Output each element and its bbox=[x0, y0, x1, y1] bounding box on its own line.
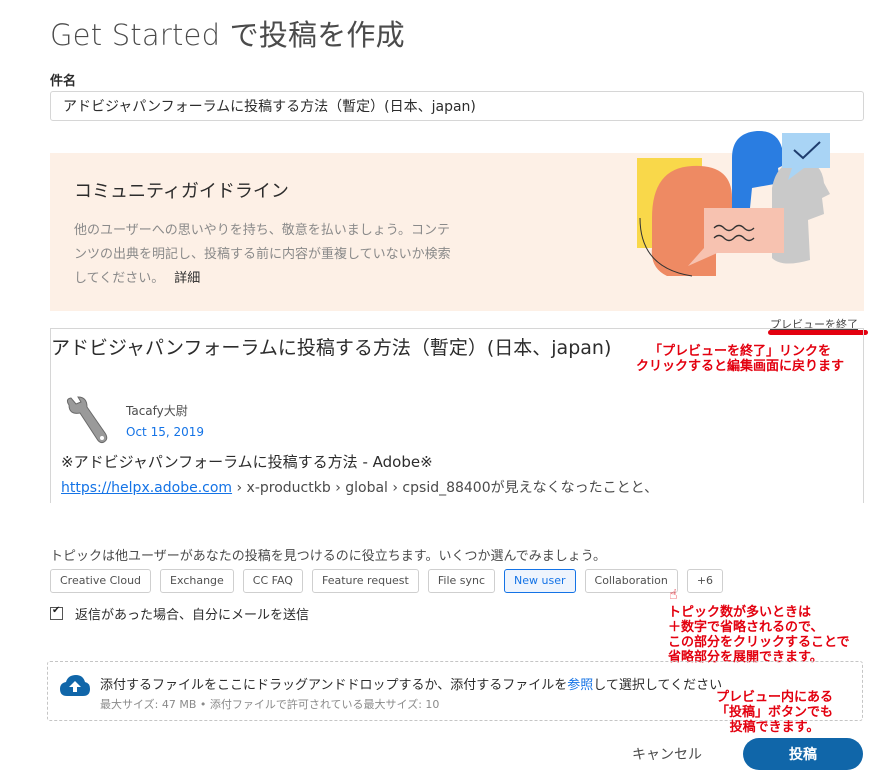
email-notify-checkbox[interactable] bbox=[50, 605, 63, 620]
annotation-exit-preview: 「プレビューを終了」リンクを クリックすると編集画面に戻ります bbox=[636, 344, 844, 374]
email-notify-option: 返信があった場合、自分にメールを送信 bbox=[50, 604, 309, 623]
email-notify-label: 返信があった場合、自分にメールを送信 bbox=[75, 608, 310, 623]
annotation-line: 「投稿」ボタンでも bbox=[716, 705, 834, 720]
cancel-button[interactable]: キャンセル bbox=[632, 744, 702, 764]
guidelines-text: 他のユーザーへの思いやりを持ち、敬意を払いましょう。コンテ ンツの出典を明記し、… bbox=[74, 219, 514, 291]
annotation-submit: プレビュー内にある 「投稿」ボタンでも 投稿できます。 bbox=[716, 690, 833, 735]
annotation-line: 「プレビューを終了」リンクを bbox=[649, 344, 832, 359]
browse-files-link[interactable]: 参照 bbox=[567, 678, 593, 693]
preview-link[interactable]: https://helpx.adobe.com bbox=[61, 480, 232, 496]
attachment-prompt: 添付するファイルをここにドラッグアンドドロップするか、添付するファイルを参照して… bbox=[100, 674, 722, 693]
subject-input[interactable] bbox=[50, 91, 864, 121]
guidelines-line: ンツの出典を明記し、投稿する前に内容が重複していないか検索 bbox=[74, 247, 451, 262]
more-topics-button[interactable]: +6 bbox=[686, 569, 724, 593]
topic-tag[interactable]: CC FAQ bbox=[242, 569, 303, 593]
annotation-line: この部分をクリックすることで bbox=[668, 635, 850, 650]
annotation-line: 投稿できます。 bbox=[729, 720, 820, 735]
guidelines-line: 他のユーザーへの思いやりを持ち、敬意を払いましょう。コンテ bbox=[74, 223, 450, 238]
wrench-icon bbox=[66, 396, 108, 444]
author-name[interactable]: Tacafy大尉 bbox=[126, 402, 188, 419]
pointer-cursor-icon: ☝ bbox=[669, 587, 678, 603]
community-illustration bbox=[637, 130, 830, 277]
topics-hint: トピックは他ユーザーがあなたの投稿を見つけるのに役立ちます。いくつか選んでみまし… bbox=[50, 549, 607, 564]
topic-tag[interactable]: File sync bbox=[427, 569, 496, 593]
preview-body-text: › x-productkb › global › cpsid_88400が見えな… bbox=[232, 480, 659, 496]
annotation-more-topics: トピック数が多いときは ＋数字で省略されるので、 この部分をクリックすることで … bbox=[668, 605, 850, 665]
subject-label: 件名 bbox=[50, 74, 77, 89]
guidelines-line-text: してください。 bbox=[74, 271, 165, 286]
annotation-line: ＋数字で省略されるので、 bbox=[668, 620, 824, 635]
attachment-limits: 最大サイズ: 47 MB • 添付ファイルで許可されている最大サイズ: 10 bbox=[100, 698, 440, 711]
cloud-upload-icon bbox=[60, 675, 90, 696]
preview-body-line: https://helpx.adobe.com › x-productkb › … bbox=[61, 477, 658, 497]
topic-tags: Creative Cloud Exchange CC FAQ Feature r… bbox=[50, 569, 724, 593]
preview-title: アドビジャパンフォーラムに投稿する方法（暫定）(日本、japan) bbox=[51, 337, 612, 359]
annotation-line: プレビュー内にある bbox=[716, 690, 834, 705]
topic-tag[interactable]: Exchange bbox=[160, 569, 234, 593]
guidelines-title: コミュニティガイドライン bbox=[74, 181, 289, 202]
community-guidelines-panel: コミュニティガイドライン 他のユーザーへの思いやりを持ち、敬意を払いましょう。コ… bbox=[50, 130, 864, 311]
page-title: Get Started で投稿を作成 bbox=[50, 18, 405, 52]
topic-tag[interactable]: Creative Cloud bbox=[50, 569, 152, 593]
attachment-prompt-text: して選択してください bbox=[593, 678, 723, 693]
submit-button[interactable]: 投稿 bbox=[743, 738, 863, 770]
guidelines-detail-link[interactable]: 詳細 bbox=[174, 271, 200, 286]
topic-tag[interactable]: Feature request bbox=[311, 569, 419, 593]
preview-body-line: ※アドビジャパンフォーラムに投稿する方法 - Adobe※ bbox=[61, 453, 433, 471]
annotation-line: クリックすると編集画面に戻ります bbox=[636, 359, 845, 374]
topic-tag-selected[interactable]: New user bbox=[504, 569, 576, 593]
attachment-prompt-text: 添付するファイルをここにドラッグアンドドロップするか、添付するファイルを bbox=[100, 678, 568, 693]
post-date: Oct 15, 2019 bbox=[126, 425, 204, 439]
topic-tag[interactable]: Collaboration bbox=[584, 569, 678, 593]
guidelines-line: してください。 詳細 bbox=[74, 267, 514, 291]
annotation-line: トピック数が多いときは bbox=[668, 605, 812, 620]
